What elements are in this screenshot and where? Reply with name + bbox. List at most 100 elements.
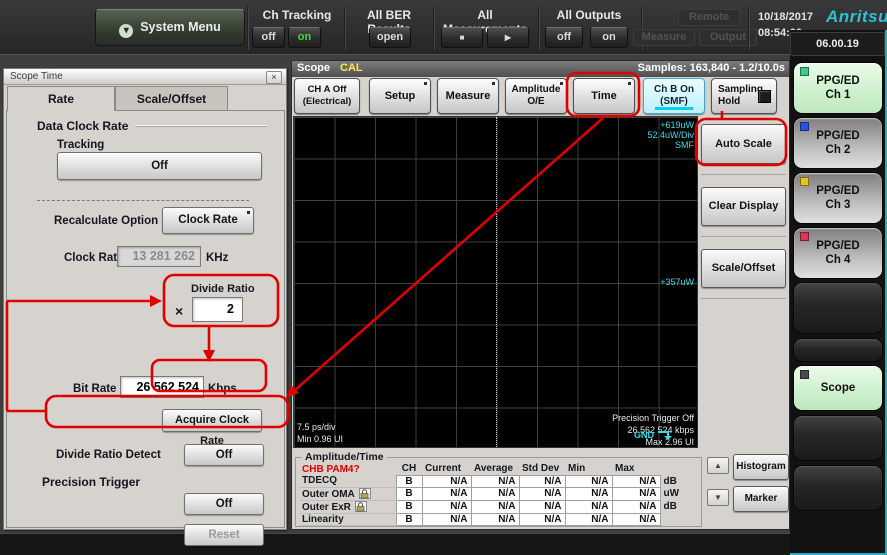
multiply-icon: × [175,303,183,319]
scope-badge-icon [800,370,809,379]
divide-ratio-detect-label: Divide Ratio Detect [56,449,161,461]
tab-rate[interactable]: Rate [7,86,115,111]
sidebar-item-ppg-ed-ch4[interactable]: PPG/ED Ch 4 [793,227,883,279]
channel-header: CHB PAM4? [299,463,396,475]
table-row[interactable]: Outer ExR B N/A N/A N/A N/A N/A dB [299,500,688,513]
timebase-readout: 7.5 ps/div [297,422,336,432]
cal-status: CAL [340,61,363,76]
recalculate-clock-rate-button[interactable]: Clock Rate [162,207,254,234]
measurements-start-button[interactable]: ▶ [487,27,529,48]
lock-icon [355,501,367,512]
measurement-table: CHB PAM4? CH Current Average Std Dev Min… [299,463,688,526]
divider [247,6,249,50]
dialog-body: Data Clock Rate Tracking Off Recalculate… [6,110,285,528]
divide-ratio-field[interactable]: 2 [192,297,243,322]
all-outputs-label: All Outputs [543,8,635,22]
vertical-offset-readout: +619uW [660,120,694,130]
system-menu-button[interactable]: ▾System Menu [95,9,245,46]
acquire-clock-rate-button[interactable]: Acquire Clock Rate [162,409,262,432]
clear-display-button[interactable]: Clear Display [701,187,786,226]
dialog-title: Scope Time [4,69,286,85]
sidebar-item-ppg-ed-ch3[interactable]: PPG/ED Ch 3 [793,172,883,224]
system-menu-down-icon: ▾ [119,24,133,38]
precision-trigger-heading: Precision Trigger [42,475,140,489]
waveform-display[interactable]: +619uW 52.4uW/Div SMF +357uW 7.5 ps/div … [293,116,698,448]
divider [748,6,750,50]
bit-rate-field[interactable]: 26 562 524 [120,376,204,398]
amplitude-oe-button[interactable]: AmplitudeO/E [505,78,567,114]
sidebar-item-ppg-ed-ch1[interactable]: PPG/ED Ch 1 [793,62,883,114]
scale-offset-button[interactable]: Scale/Offset [701,249,786,288]
bit-rate-unit: Kbps [208,383,237,395]
vertical-scale-readout: 52.4uW/Div [647,130,694,140]
sampling-hold-button[interactable]: SamplingHold [711,78,777,114]
close-icon[interactable]: × [266,71,282,84]
ch-b-on-smf-button[interactable]: Ch B On(SMF) [643,78,705,114]
tracking-label: Tracking [57,139,104,151]
sidebar-empty-slot [793,415,883,461]
time-button[interactable]: Time [573,78,635,114]
measurements-stop-button[interactable]: ■ [441,27,483,48]
ch-tracking-on-button[interactable]: on [288,27,321,48]
marker-button[interactable]: Marker [733,486,789,512]
ch1-rate-badge-icon [800,67,809,76]
lock-icon [359,488,371,499]
table-row[interactable]: TDECQ B N/A N/A N/A N/A N/A dB [299,475,688,487]
ch-tracking-label: Ch Tracking [252,8,342,22]
gnd-marker: GND [634,429,675,441]
divide-ratio-label: Divide Ratio [191,283,255,295]
clock-rate-label: Clock Rate [64,252,123,264]
table-scroll-down-button[interactable]: ▼ [707,489,729,506]
divider [37,200,249,201]
divide-ratio-detect-off-button[interactable]: Off [184,444,264,466]
divider [701,236,786,237]
ch4-rate-badge-icon [800,232,809,241]
marker-level-readout: +357uW [660,277,694,287]
ber-open-button[interactable]: open [369,27,411,48]
outputs-on-button[interactable]: on [590,27,628,48]
precision-trigger-reset-button[interactable]: Reset [184,524,264,546]
sidebar-empty-slot [793,282,883,334]
precision-trigger-off-button[interactable]: Off [184,493,264,515]
data-clock-rate-heading: Data Clock Rate [37,119,128,133]
table-row[interactable]: Linearity B N/A N/A N/A N/A N/A [299,513,688,525]
right-function-sidebar: 06.00.19 PPG/ED Ch 1 PPG/ED Ch 2 PPG/ED … [790,30,887,555]
tracking-off-button[interactable]: Off [57,152,262,180]
clock-rate-field[interactable]: 13 281 262 [117,246,201,267]
ch-a-off-button[interactable]: CH A Off(Electrical) [294,78,360,114]
clock-rate-unit: KHz [206,252,228,264]
measure-button[interactable]: Measure [437,78,499,114]
samples-readout: Samples: 163,840 - 1.2/10.0s [638,61,785,76]
outputs-off-button[interactable]: off [545,27,583,48]
divider [135,125,267,127]
divider [538,6,540,50]
scope-title: Scope [297,61,330,76]
date-label: 10/18/2017 [758,11,813,23]
sidebar-empty-slot [793,465,883,511]
anritsu-scope-app: ▾System Menu Ch Tracking off on All BER … [0,0,887,555]
auto-scale-button[interactable]: Auto Scale [701,124,786,164]
table-scroll-up-button[interactable]: ▲ [707,457,729,474]
recalculate-option-label: Recalculate Option [54,215,158,227]
divider [701,174,786,175]
up-arrow-icon: ▲ [714,461,722,470]
table-header-row: CHB PAM4? CH Current Average Std Dev Min… [299,463,688,475]
min-ui-readout: Min 0.96 UI [297,434,343,444]
ch-tracking-off-button[interactable]: off [252,27,285,48]
play-icon: ▶ [505,33,511,42]
top-menu-bar: ▾System Menu Ch Tracking off on All BER … [0,0,887,55]
sidebar-item-ppg-ed-ch2[interactable]: PPG/ED Ch 2 [793,117,883,169]
precision-trigger-readout: Precision Trigger Off [612,413,694,423]
histogram-button[interactable]: Histogram [733,454,789,480]
ch3-rate-badge-icon [800,177,809,186]
anritsu-logo: Anritsu [826,7,887,27]
tab-scale-offset[interactable]: Scale/Offset [115,86,228,111]
ch2-rate-badge-icon [800,122,809,131]
center-dotted-line [496,117,497,447]
setup-button[interactable]: Setup [369,78,431,114]
bottom-bar [0,533,887,555]
divider [701,298,786,299]
sidebar-item-scope[interactable]: Scope [793,365,883,411]
table-row[interactable]: Outer OMA B N/A N/A N/A N/A N/A uW [299,487,688,500]
scope-panel: Scope CAL Samples: 163,840 - 1.2/10.0s C… [291,60,790,530]
